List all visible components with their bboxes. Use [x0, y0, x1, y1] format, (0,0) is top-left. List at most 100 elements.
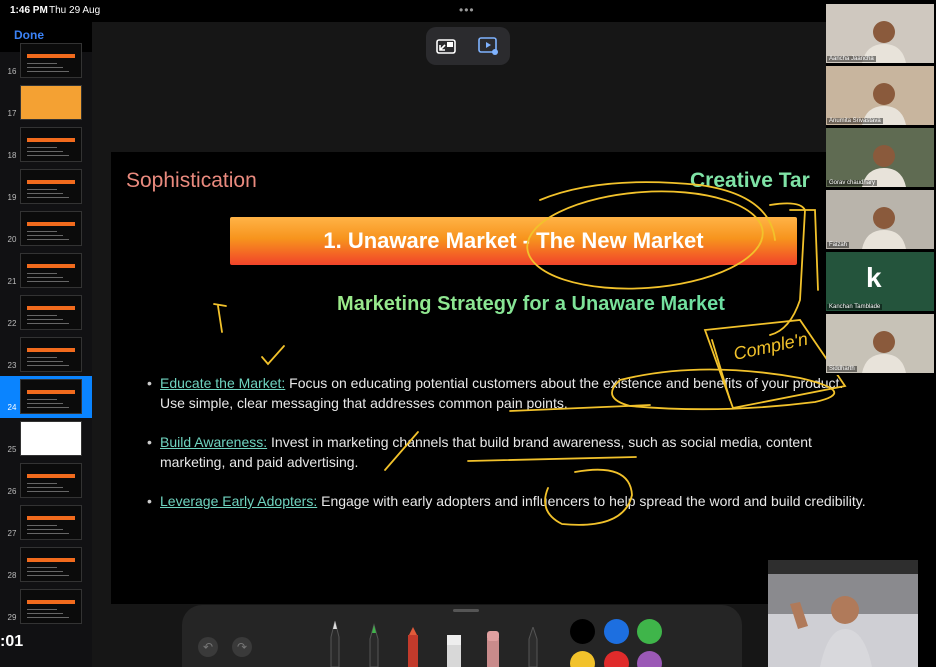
multitask-dots[interactable]: ••• [459, 3, 475, 17]
slide-preview [20, 547, 82, 582]
participant-tile[interactable]: Aancha Jaancha [826, 4, 934, 63]
pen-tool-icon[interactable] [327, 619, 343, 667]
slide-navigator: 16 17 18 19 20 21 22 23 24 25 26 27 28 29 [0, 43, 92, 667]
preview-banner [27, 600, 75, 604]
preview-text-line [27, 67, 63, 68]
participant-tile[interactable]: k Kanchan Tamblade [826, 252, 934, 311]
slide-preview [20, 43, 82, 78]
slide-preview [20, 589, 82, 624]
banner-text: 1. Unaware Market - The New Market [323, 228, 704, 253]
top-controls [426, 27, 510, 65]
slide-thumbnail-23[interactable]: 23 [0, 334, 92, 376]
undo-button[interactable]: ↶ [198, 637, 218, 657]
avatar-letter: k [866, 262, 882, 293]
participant-name: Faizah [827, 242, 850, 248]
slide-preview [20, 253, 82, 288]
preview-text-line [27, 491, 69, 492]
bullet-item: Leverage Early Adopters: Engage with ear… [147, 491, 867, 511]
slide-preview [20, 85, 82, 120]
slide-preview [20, 337, 82, 372]
preview-text-line [27, 567, 57, 568]
eraser-tool-icon[interactable] [444, 631, 464, 667]
preview-text-line [27, 319, 63, 320]
participant-video-icon [862, 83, 906, 125]
color-swatch-black[interactable] [570, 619, 595, 644]
slide-thumbnail-18[interactable]: 18 [0, 124, 92, 166]
screen-record-icon[interactable] [476, 34, 500, 58]
slide-subtitle: Marketing Strategy for a Unaware Market [111, 293, 936, 316]
minimize-icon[interactable] [434, 34, 458, 58]
slide-thumbnail-22[interactable]: 22 [0, 292, 92, 334]
preview-text-line [27, 63, 57, 64]
slide-thumbnail-25[interactable]: 25 [0, 418, 92, 460]
bullet-key: Leverage Early Adopters: [160, 493, 318, 509]
slide-number: 16 [7, 67, 17, 76]
slide-preview [20, 505, 82, 540]
video-feed-icon [768, 574, 918, 667]
slide-preview [20, 463, 82, 498]
slide-thumbnail-17[interactable]: 17 [0, 82, 92, 124]
color-swatch-yellow[interactable] [570, 651, 595, 667]
slide-number: 23 [7, 361, 17, 370]
slide-thumbnail-20[interactable]: 20 [0, 208, 92, 250]
slide-preview [20, 127, 82, 162]
color-swatch-red[interactable] [604, 651, 629, 667]
participant-video-icon [862, 21, 906, 63]
slide-preview [20, 379, 82, 414]
participant-name: Siddharth [827, 366, 857, 372]
preview-banner [27, 54, 75, 58]
preview-text-line [27, 357, 57, 358]
participant-tile[interactable]: Gorav chaudhary [826, 128, 934, 187]
slide-number: 28 [7, 571, 17, 580]
preview-banner [27, 222, 75, 226]
preview-text-line [27, 277, 63, 278]
slide-thumbnail-21[interactable]: 21 [0, 250, 92, 292]
preview-text-line [27, 483, 57, 484]
participant-tile[interactable]: Siddharth [826, 314, 934, 373]
preview-text-line [27, 407, 69, 408]
preview-text-line [27, 617, 69, 618]
slide-number: 26 [7, 487, 17, 496]
participant-tile[interactable]: Anumita Srivastava [826, 66, 934, 125]
preview-banner [27, 558, 75, 562]
slide-thumbnail-24[interactable]: 24 [0, 376, 92, 418]
bullet-item: Build Awareness: Invest in marketing cha… [147, 432, 867, 472]
preview-banner [27, 264, 75, 268]
slide-thumbnail-27[interactable]: 27 [0, 502, 92, 544]
slide-preview [20, 295, 82, 330]
slide-number: 20 [7, 235, 17, 244]
redo-button[interactable]: ↷ [232, 637, 252, 657]
preview-banner [27, 390, 75, 394]
color-swatch-multicolor[interactable] [637, 651, 662, 667]
participant-name: Aancha Jaancha [827, 56, 876, 62]
status-date: Thu 29 Aug [49, 5, 101, 16]
self-video-tile[interactable] [768, 560, 918, 667]
slide-title-right: Creative Tar [690, 169, 810, 192]
marker-tool-icon[interactable] [366, 623, 382, 667]
participant-tile[interactable]: Faizah [826, 190, 934, 249]
highlighter-tool-icon[interactable] [404, 627, 422, 667]
preview-text-line [27, 361, 63, 362]
toolbar-handle[interactable] [453, 609, 479, 612]
preview-text-line [27, 323, 69, 324]
preview-banner [27, 138, 75, 142]
preview-text-line [27, 365, 69, 366]
preview-text-line [27, 71, 69, 72]
slide-thumbnail-28[interactable]: 28 [0, 544, 92, 586]
lasso-tool-icon[interactable] [484, 629, 502, 667]
bullet-key: Educate the Market: [160, 375, 286, 391]
preview-text-line [27, 189, 57, 190]
slide-thumbnail-26[interactable]: 26 [0, 460, 92, 502]
slide-number: 17 [7, 109, 17, 118]
slide-preview [20, 421, 82, 456]
preview-text-line [27, 575, 69, 576]
participant-panel: Aancha Jaancha Anumita Srivastava Gorav ch… [826, 0, 936, 375]
preview-text-line [27, 235, 63, 236]
preview-text-line [27, 281, 69, 282]
slide-thumbnail-16[interactable]: 16 [0, 40, 92, 82]
color-swatch-blue[interactable] [604, 619, 629, 644]
slide-thumbnail-19[interactable]: 19 [0, 166, 92, 208]
ruler-tool-icon[interactable] [526, 627, 540, 667]
slide-thumbnail-29[interactable]: 29 [0, 586, 92, 628]
color-swatch-green[interactable] [637, 619, 662, 644]
